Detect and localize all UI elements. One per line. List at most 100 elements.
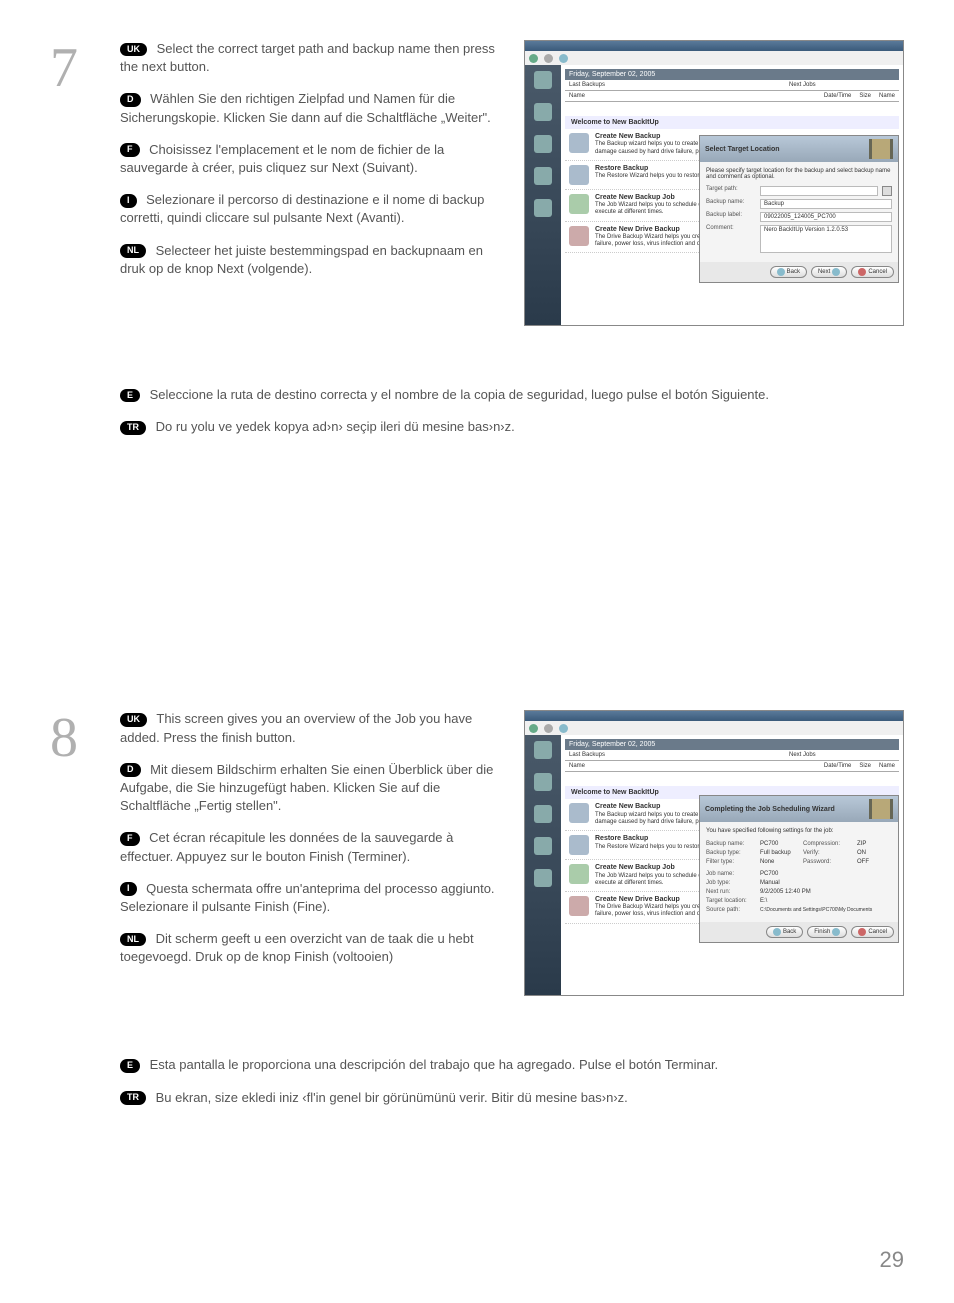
back-arrow-icon	[773, 928, 781, 936]
step7-e: E Seleccione la ruta de destino correcta…	[120, 386, 904, 404]
col-name: Name	[565, 93, 820, 99]
r10: Target location:E:\	[706, 898, 892, 904]
r9: Next run: 9/2/2005 12:40 PM	[706, 889, 892, 895]
step8-text: UK This screen gives you an overview of …	[120, 710, 504, 996]
back-button[interactable]: Back	[770, 266, 807, 278]
row-name: Backup name: Backup	[706, 199, 892, 209]
l1: Backup name:	[706, 841, 756, 847]
step8-i: I Questa schermata offre un'anteprima de…	[120, 880, 504, 916]
ss7-welcome: Welcome to New BackItUp	[565, 116, 899, 129]
badge-uk: UK	[120, 713, 147, 727]
step8-tr-text: Bu ekran, size ekledi iniz ‹fl'in genel …	[156, 1090, 628, 1105]
browse-button[interactable]	[882, 186, 892, 196]
l6: Password:	[803, 859, 853, 865]
step7-d-text: Wählen Sie den richtigen Zielpfad und Na…	[120, 91, 491, 124]
step7-d: D Wählen Sie den richtigen Zielpfad und …	[120, 90, 504, 126]
next-label: Next	[818, 269, 830, 275]
step7-i-text: Selezionare il percorso di destinazione …	[120, 192, 484, 225]
row-comment: Comment: Nero BackItUp Version 1.2.0.53	[706, 225, 892, 253]
step7-uk-text: Select the correct target path and backu…	[120, 41, 495, 74]
back-button[interactable]: Back	[766, 926, 803, 938]
ss7-titlebar	[525, 41, 903, 51]
ss7-main: Friday, September 02, 2005 Last Backups …	[561, 65, 903, 325]
drive-icon	[569, 896, 589, 916]
ss8-titlebar	[525, 711, 903, 721]
step7-nl-text: Selecteer het juiste bestemmingspad en b…	[120, 243, 483, 276]
r6: Password:OFF	[803, 859, 892, 865]
step8-nl-text: Dit scherm geeft u een overzicht van de …	[120, 931, 474, 964]
sidebar-icon	[534, 199, 552, 217]
toolbar-icon	[544, 54, 553, 63]
next-button[interactable]: Next	[811, 266, 847, 278]
val-comment[interactable]: Nero BackItUp Version 1.2.0.53	[760, 225, 892, 253]
step7-tr: TR Do ru yolu ve yedek kopya ad›n› seçip…	[120, 418, 904, 436]
v11: C:\Documents and Settings\PC700\My Docum…	[760, 907, 872, 913]
l5: Verify:	[803, 850, 853, 856]
cancel-icon	[858, 928, 866, 936]
badge-f: F	[120, 143, 140, 157]
step8-d-text: Mit diesem Bildschirm erhalten Sie einen…	[120, 762, 493, 813]
dialog-sub: Please specify target location for the b…	[706, 168, 892, 180]
job-icon	[569, 864, 589, 884]
step-7: 7 UK Select the correct target path and …	[50, 40, 904, 326]
backup-icon	[569, 803, 589, 823]
val-label[interactable]: 09022005_124005_PC700	[760, 212, 892, 222]
step8-content: UK This screen gives you an overview of …	[120, 710, 904, 996]
col-size: Size	[855, 93, 875, 99]
badge-e: E	[120, 389, 140, 403]
cancel-icon	[858, 268, 866, 276]
ss7-tablehead2: Name Date/Time Size Name	[565, 91, 899, 102]
step8-d: D Mit diesem Bildschirm erhalten Sie ein…	[120, 761, 504, 816]
step7-uk: UK Select the correct target path and ba…	[120, 40, 504, 76]
ss7-body: Friday, September 02, 2005 Last Backups …	[525, 65, 903, 325]
back-label: Back	[787, 269, 800, 275]
ss7-sidebar	[525, 65, 561, 325]
step8-f: F Cet écran récapitule les données de la…	[120, 829, 504, 865]
finish-button[interactable]: Finish	[807, 926, 847, 938]
l9: Next run:	[706, 889, 756, 895]
l7: Job name:	[706, 871, 756, 877]
drive-icon	[569, 226, 589, 246]
step7-e-text: Seleccione la ruta de destino correcta y…	[150, 387, 769, 402]
col-last: Last Backups	[565, 752, 785, 758]
summary-cols: Backup name:PC700 Backup type:Full backu…	[706, 838, 892, 868]
v7: PC700	[760, 871, 778, 877]
l10: Target location:	[706, 898, 756, 904]
sidebar-icon	[534, 869, 552, 887]
v3: None	[760, 859, 774, 865]
ss8-tablehead: Last Backups Next Jobs	[565, 750, 899, 761]
l11: Source path:	[706, 907, 756, 913]
col-dt: Date/Time	[820, 93, 855, 99]
dialog-title: Select Target Location	[705, 146, 780, 153]
screenshot-7: Friday, September 02, 2005 Last Backups …	[524, 40, 904, 326]
col-last: Last Backups	[565, 82, 785, 88]
cancel-button[interactable]: Cancel	[851, 266, 894, 278]
step7-nl: NL Selecteer het juiste bestemmingspad e…	[120, 242, 504, 278]
lbl-label: Backup label:	[706, 212, 756, 222]
step8-nl: NL Dit scherm geeft u een overzicht van …	[120, 930, 504, 966]
sidebar-icon	[534, 773, 552, 791]
toolbar-icon	[544, 724, 553, 733]
back-arrow-icon	[777, 268, 785, 276]
step-number-8: 8	[50, 710, 100, 996]
r2: Backup type:Full backup	[706, 850, 795, 856]
v9: 9/2/2005 12:40 PM	[760, 889, 811, 895]
step8-f-text: Cet écran récapitule les données de la s…	[120, 830, 453, 863]
ss7-dialog: Select Target Location Please specify ta…	[699, 135, 899, 283]
l2: Backup type:	[706, 850, 756, 856]
badge-nl: NL	[120, 244, 146, 258]
r5: Verify: ON	[803, 850, 892, 856]
badge-i: I	[120, 882, 137, 896]
step7-text: UK Select the correct target path and ba…	[120, 40, 504, 326]
step-number-7: 7	[50, 40, 100, 326]
sidebar-icon	[534, 103, 552, 121]
cancel-button[interactable]: Cancel	[851, 926, 894, 938]
lbl-comment: Comment:	[706, 225, 756, 253]
v5: ON	[857, 850, 866, 856]
row-label: Backup label: 09022005_124005_PC700	[706, 212, 892, 222]
step8-tr: TR Bu ekran, size ekledi iniz ‹fl'in gen…	[120, 1089, 904, 1107]
sidebar-icon	[534, 135, 552, 153]
val-target[interactable]	[760, 186, 878, 196]
val-name[interactable]: Backup	[760, 199, 892, 209]
ss8-tablehead2: Name Date/Time Size Name	[565, 761, 899, 772]
